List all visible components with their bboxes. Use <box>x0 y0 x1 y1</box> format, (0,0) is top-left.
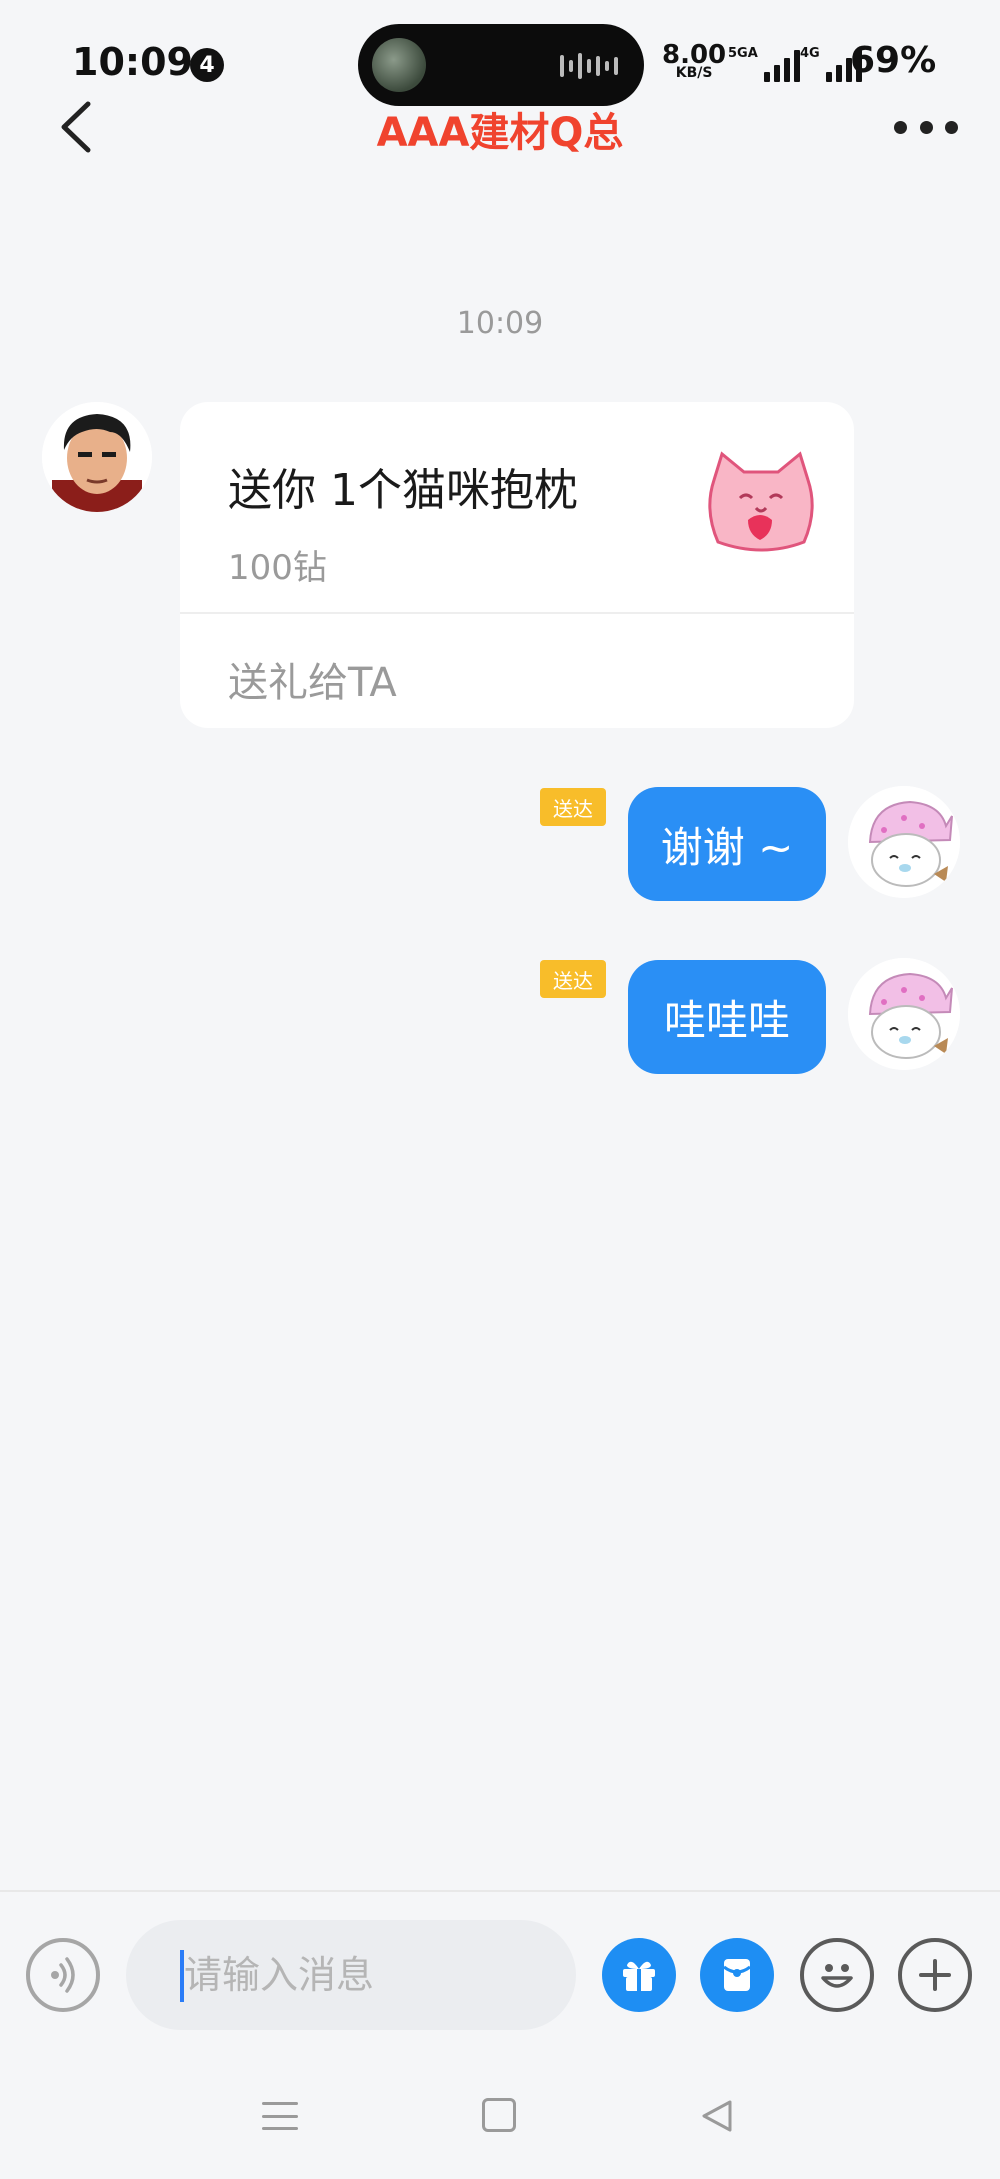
system-back-icon[interactable] <box>698 2096 738 2136</box>
gift-icon <box>623 1961 655 1991</box>
user-avatar-image <box>848 958 960 1070</box>
emoji-icon <box>821 1964 853 1988</box>
emoji-button[interactable] <box>800 1938 874 2012</box>
cat-pillow-icon <box>700 450 822 558</box>
chat-title[interactable]: AAA建材Q总 <box>0 100 1000 158</box>
home-icon[interactable] <box>482 2098 516 2132</box>
gift-button[interactable] <box>602 1938 676 2012</box>
message-bubble[interactable]: 哇哇哇 <box>628 960 826 1074</box>
user-avatar[interactable] <box>848 786 960 898</box>
message-timestamp: 10:09 <box>456 306 544 341</box>
delivered-badge: 送达 <box>540 788 606 826</box>
battery-level: 69% <box>850 40 937 81</box>
more-actions-button[interactable] <box>898 1938 972 2012</box>
music-cover-icon <box>372 38 426 92</box>
gift-title: 送你 1个猫咪抱枕 <box>228 465 578 516</box>
contact-avatar-image <box>42 402 152 512</box>
network-speed: 8.00 KB/S <box>662 42 726 80</box>
more-button[interactable] <box>894 110 958 144</box>
message-bubble[interactable]: 谢谢 ~ <box>628 787 826 901</box>
gift-price: 100钻 <box>228 548 327 588</box>
send-gift-button[interactable]: 送礼给TA <box>228 650 397 708</box>
signal-4g-label: 4G <box>800 46 820 61</box>
red-packet-button[interactable] <box>700 1938 774 2012</box>
delivered-badge: 送达 <box>540 960 606 998</box>
audio-wave-icon <box>560 52 618 80</box>
message-input[interactable] <box>126 1920 576 2030</box>
plus-icon <box>919 1959 951 1991</box>
user-avatar-image <box>848 786 960 898</box>
contact-avatar[interactable] <box>42 402 152 512</box>
status-bar: 10:09 4 8.00 KB/S 5GA 4G 69% <box>0 0 1000 110</box>
signal-5ga-icon: 5GA <box>728 46 800 82</box>
dynamic-island[interactable] <box>358 24 644 106</box>
notification-count-badge: 4 <box>190 48 224 82</box>
red-packet-icon <box>723 1959 751 1991</box>
more-dots-icon <box>894 120 907 134</box>
gift-card[interactable]: 送你 1个猫咪抱枕 100钻 送礼给TA <box>180 402 854 728</box>
status-time: 10:09 <box>72 40 193 84</box>
system-navigation-bar <box>0 2080 1000 2160</box>
voice-input-button[interactable] <box>26 1938 100 2012</box>
voice-icon <box>51 1957 75 1993</box>
recent-apps-icon[interactable] <box>262 2098 298 2134</box>
user-avatar[interactable] <box>848 958 960 1070</box>
text-cursor <box>180 1950 184 2002</box>
divider <box>180 612 854 614</box>
signal-5ga-label: 5GA <box>728 46 758 61</box>
